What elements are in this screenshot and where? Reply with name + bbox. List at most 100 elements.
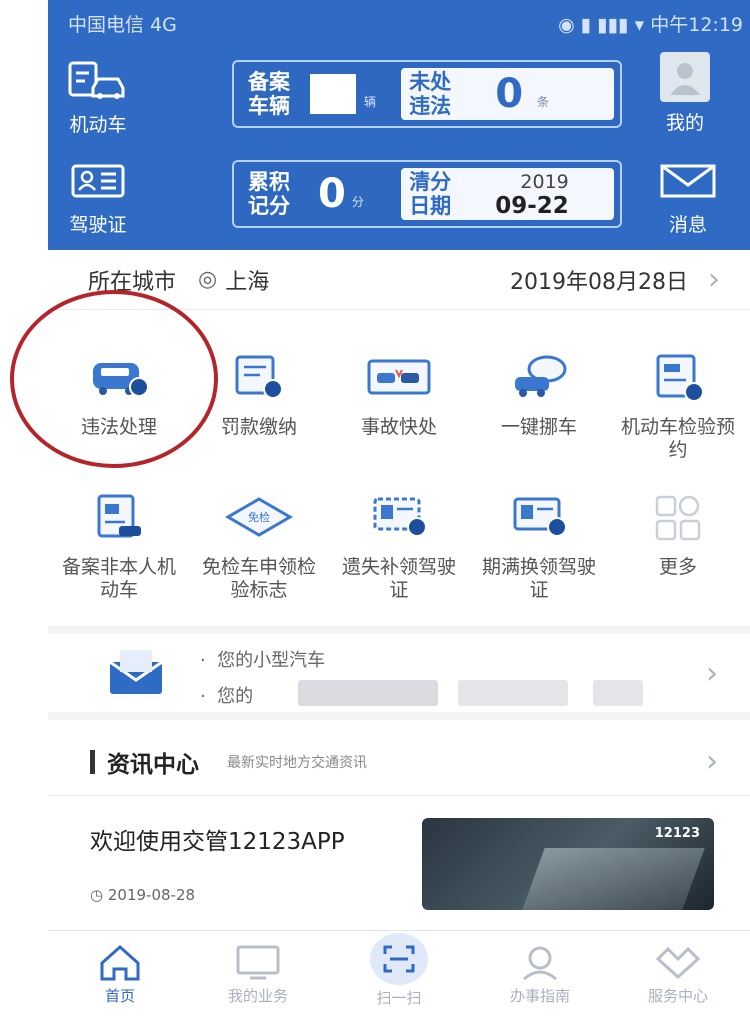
location-pin-icon [523,946,557,981]
redacted-block [593,680,643,706]
news-section-title: 资讯中心 [107,751,199,778]
move-car-icon [504,346,574,408]
grid-item-move-car[interactable]: 一键挪车 [474,346,604,439]
road-graphic [519,848,705,910]
news-section-subtitle: 最新实时地方交通资讯 [227,754,367,771]
clear-date-value: 2019 09-22 [495,170,569,218]
status-bar: 中国电信 4G ◉ ▮ ▮▮▮ ▾ 中午12:19 [68,8,743,38]
more-grid-icon [643,486,713,548]
status-right: ◉ ▮ ▮▮▮ ▾ 中午12:19 [558,10,743,37]
grid-label: 备案非本人机动车 [61,556,176,601]
violations-value: 0 [495,71,524,117]
redacted-block [458,680,568,706]
mine-label: 我的 [665,112,704,134]
grid-label: 更多 [658,556,697,578]
redacted-block [298,680,438,706]
news-item[interactable]: 欢迎使用交管12123APP ◷ 2019-08-28 12123 [48,796,750,928]
license-label: 驾驶证 [69,214,127,236]
notice-line-1: · 您的小型汽车 [200,650,326,671]
chevron-right-icon: › [706,744,718,779]
grid-item-replace-lost-license[interactable]: 遗失补领驾驶证 [334,486,464,602]
tab-label: 办事指南 [509,987,570,1005]
tab-scan[interactable]: 扫一扫 [339,933,459,1008]
mine-button[interactable]: 我的 [660,52,710,135]
grid-label: 一键挪车 [500,416,577,438]
car-document-icon [66,58,130,104]
grid-item-accident[interactable]: 事故快处 [334,346,464,439]
clock-icon: ◷ [90,886,104,904]
news-date-row: ◷ 2019-08-28 [90,886,195,904]
grid-item-register-other-vehicle[interactable]: 备案非本人机动车 [54,486,184,602]
location-icon: ◎ [198,267,218,292]
clear-year: 2019 [520,171,569,193]
news-thumbnail: 12123 [422,818,714,910]
tab-label: 首页 [104,987,135,1005]
tab-service-center[interactable]: 服务中心 [618,943,738,1006]
news-date: 2019-08-28 [107,886,196,904]
highlight-circle [10,290,218,468]
vehicle-stats-panel[interactable]: 备案车辆 辆 未处违法 0 条 [232,60,622,128]
tab-label: 服务中心 [647,987,708,1005]
tab-label: 我的业务 [227,987,288,1005]
license-button[interactable]: 驾驶证 [66,158,130,237]
avatar-icon [660,52,710,102]
chevron-right-icon: › [706,656,718,691]
tab-guide[interactable]: 办事指南 [480,943,600,1006]
home-icon [100,944,140,981]
tab-home[interactable]: 首页 [60,943,180,1006]
registered-label: 备案车辆 [248,70,290,118]
clear-date-label: 清分日期 [409,170,452,218]
tab-label: 扫一扫 [376,989,422,1007]
registered-vehicles: 备案车辆 辆 [240,68,390,120]
id-card-icon [66,158,130,204]
redacted-count [310,74,356,114]
vehicle-label: 机动车 [69,114,127,136]
license-stats-panel[interactable]: 累积记分 0 分 清分日期 2019 09-22 [232,160,622,228]
message-button[interactable]: 消息 [656,158,720,237]
scroll-payment-icon [224,346,294,408]
monitor-icon [236,945,280,980]
exempt-badge-icon: 免检 [224,486,294,548]
vehicle-file-icon [84,486,154,548]
grid-label: 期满换领驾驶证 [481,556,596,601]
notice-text-2: 您的 [217,686,254,707]
grid-label: 免检车申领检验标志 [201,556,316,601]
envelope-icon [656,158,720,204]
notice-line-2: · 您的 [200,686,254,707]
points-unit: 分 [351,195,364,209]
grid-item-more[interactable]: 更多 [614,486,742,579]
license-renew-icon [504,486,574,548]
points-box: 累积记分 0 分 [240,168,389,220]
vehicle-button[interactable]: 机动车 [66,58,130,137]
message-label: 消息 [668,214,707,236]
grid-item-exempt-inspection[interactable]: 免检 免检车申领检验标志 [194,486,324,602]
header: 中国电信 4G ◉ ▮ ▮▮▮ ▾ 中午12:19 机动车 驾驶证 备案车辆 辆 [48,0,750,250]
carrier-text: 中国电信 4G [68,14,177,36]
news-section-header[interactable]: 资讯中心 最新实时地方交通资讯 › [48,728,750,796]
grid-label: 机动车检验预约 [620,416,735,461]
notice-banner[interactable]: · 您的小型汽车 · 您的 › [48,626,750,720]
chevron-right-icon: › [708,262,720,297]
mail-icon [106,648,166,702]
city-name: 上海 [225,269,270,295]
violations-unit: 条 [537,95,550,109]
violations-label: 未处违法 [409,70,452,118]
registered-unit: 辆 [364,95,377,109]
clear-day: 09-22 [495,193,569,219]
points-label: 累积记分 [248,170,290,218]
heart-hands-icon [655,946,701,980]
app-screen: 中国电信 4G ◉ ▮ ▮▮▮ ▾ 中午12:19 机动车 驾驶证 备案车辆 辆 [0,0,750,1025]
violations-box: 未处违法 0 条 [401,68,614,120]
grid-item-renew-license[interactable]: 期满换领驾驶证 [474,486,604,602]
clear-date-box: 清分日期 2019 09-22 [401,168,614,220]
grid-label: 事故快处 [360,416,437,438]
grid-label: 遗失补领驾驶证 [341,556,456,601]
signal-icon: ◉ ▮ ▮▮▮ ▾ [558,14,651,36]
points-value: 0 [318,171,346,217]
tab-my-business[interactable]: 我的业务 [198,943,318,1006]
left-margin [0,0,48,250]
license-replace-icon [364,486,434,548]
grid-label: 罚款缴纳 [220,416,297,438]
grid-item-inspection[interactable]: 机动车检验预约 [614,346,742,462]
news-headline: 欢迎使用交管12123APP [90,829,345,855]
